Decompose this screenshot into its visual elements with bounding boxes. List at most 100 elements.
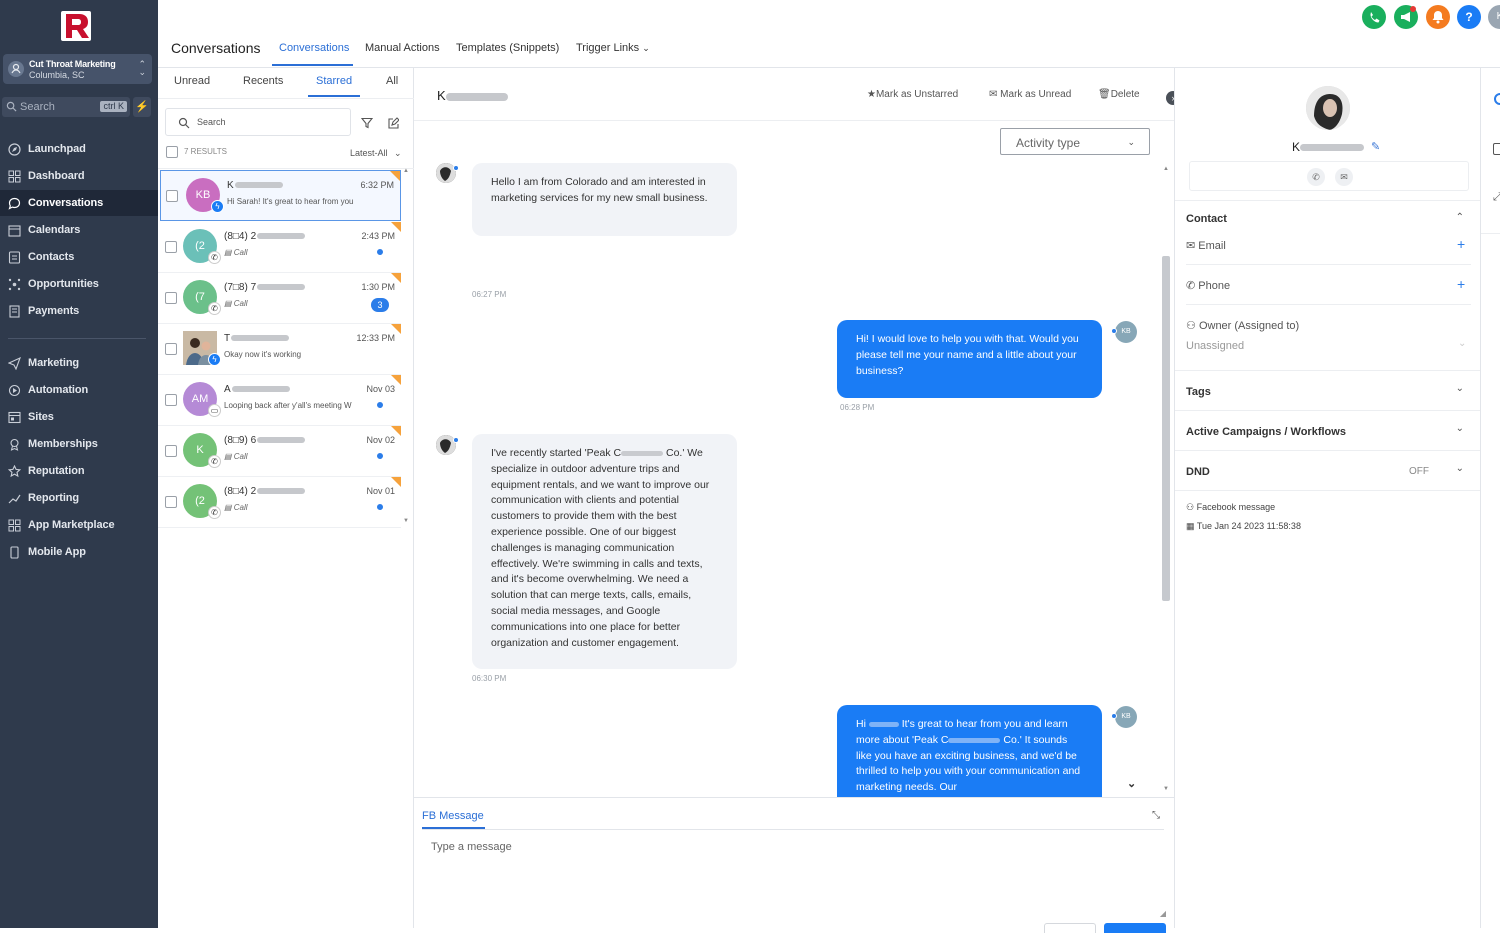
- secondary-button[interactable]: [1044, 923, 1096, 933]
- tab-manual-actions[interactable]: Manual Actions: [365, 42, 440, 54]
- contact-name-text: (8□9) 6: [224, 435, 257, 446]
- conversation-item[interactable]: K ✆ (8□9) 6 ▤ Call Nov 02: [158, 426, 401, 477]
- add-email-icon[interactable]: +: [1457, 236, 1465, 252]
- list-scrollbar[interactable]: ▲ ▼: [402, 168, 410, 528]
- call-icon[interactable]: ✆: [1307, 168, 1325, 186]
- add-phone-icon[interactable]: +: [1457, 276, 1465, 292]
- sidebar-item-mobile-app[interactable]: Mobile App: [0, 539, 158, 565]
- owner-select[interactable]: Unassigned: [1186, 340, 1244, 352]
- compose-icon[interactable]: [387, 117, 399, 129]
- item-checkbox[interactable]: [165, 394, 177, 406]
- scrollbar-thumb[interactable]: [1162, 256, 1170, 601]
- conversation-item[interactable]: (2 ✆ (8□4) 2 ▤ Call Nov 01: [158, 477, 401, 528]
- email-field[interactable]: ✉ Email: [1186, 239, 1226, 252]
- sort-dropdown[interactable]: Latest-All ⌄: [350, 148, 402, 159]
- sidebar-item-sites[interactable]: Sites: [0, 404, 158, 430]
- sidebar-item-reporting[interactable]: Reporting: [0, 485, 158, 511]
- page-title: Conversations: [171, 40, 261, 56]
- conversation-item[interactable]: (7 ✆ (7□8) 7 ▤ Call 1:30 PM 3: [158, 273, 401, 324]
- item-checkbox[interactable]: [166, 190, 178, 202]
- sidebar-search[interactable]: Search ctrl K: [2, 97, 130, 117]
- chat-icon: [8, 197, 21, 210]
- mark-unstarred-button[interactable]: ★Mark as Unstarred: [867, 89, 958, 100]
- send-button[interactable]: [1104, 923, 1166, 933]
- activity-type-select[interactable]: Activity type ⌄: [1000, 128, 1150, 155]
- message-incoming: I've recently started 'Peak C Co.' We sp…: [472, 434, 737, 669]
- phone-field[interactable]: ✆ Phone: [1186, 279, 1230, 292]
- chevron-down-icon: ⌄: [1455, 383, 1464, 394]
- conversation-item[interactable]: AM ▭ A Looping back after y'all's meetin…: [158, 375, 401, 426]
- collapse-icon[interactable]: ⤡: [1152, 810, 1160, 821]
- item-checkbox[interactable]: [165, 343, 177, 355]
- redacted-text: [257, 284, 306, 291]
- email-icon[interactable]: ✉: [1335, 168, 1353, 186]
- sidebar-item-memberships[interactable]: Memberships: [0, 431, 158, 457]
- sidebar-item-label: Contacts: [28, 251, 75, 263]
- sidebar-item-payments[interactable]: Payments: [0, 298, 158, 324]
- message-text: Hi: [856, 718, 869, 730]
- delete-button[interactable]: 🗑Delete: [1098, 89, 1140, 100]
- brand-logo[interactable]: [60, 10, 92, 42]
- item-checkbox[interactable]: [165, 292, 177, 304]
- sidebar-item-conversations[interactable]: Conversations: [0, 190, 158, 216]
- rail-calendar-icon[interactable]: [1493, 143, 1500, 155]
- filter-icon[interactable]: [361, 117, 373, 129]
- sidebar-item-dashboard[interactable]: Dashboard: [0, 163, 158, 189]
- tab-unread[interactable]: Unread: [174, 75, 210, 87]
- message-time: Nov 03: [366, 384, 395, 394]
- search-placeholder: Search: [197, 117, 226, 127]
- sidebar-item-opportunities[interactable]: Opportunities: [0, 271, 158, 297]
- edit-pencil-icon[interactable]: ✎: [1371, 140, 1380, 153]
- rail-expand-icon[interactable]: ⤢: [1493, 191, 1500, 204]
- sidebar-item-contacts[interactable]: Contacts: [0, 244, 158, 270]
- sidebar-item-reputation[interactable]: Reputation: [0, 458, 158, 484]
- tab-recents[interactable]: Recents: [243, 75, 283, 87]
- conversation-item[interactable]: KB ϟ K Hi Sarah! It's great to hear from…: [160, 170, 401, 221]
- item-checkbox[interactable]: [165, 496, 177, 508]
- tab-all[interactable]: All: [386, 75, 398, 87]
- dnd-section[interactable]: DND OFF ⌄: [1175, 460, 1481, 488]
- tags-section[interactable]: Tags ⌄: [1175, 380, 1481, 408]
- message-outgoing: Hi It's great to hear from you and learn…: [837, 705, 1102, 797]
- tab-starred[interactable]: Starred: [316, 75, 352, 87]
- field-divider: [1186, 264, 1471, 265]
- user-avatar[interactable]: K: [1488, 5, 1500, 29]
- announcement-button[interactable]: [1394, 5, 1418, 29]
- select-all-checkbox[interactable]: [166, 146, 178, 158]
- item-checkbox[interactable]: [165, 241, 177, 253]
- notifications-button[interactable]: [1426, 5, 1450, 29]
- scroll-to-bottom-icon[interactable]: ⌄: [1127, 777, 1136, 790]
- tab-templates[interactable]: Templates (Snippets): [456, 42, 559, 54]
- redacted-text: [868, 721, 899, 727]
- conversation-item[interactable]: ϟ T Okay now it's working 12:33 PM: [158, 324, 401, 375]
- tab-conversations[interactable]: Conversations: [279, 42, 349, 54]
- phone-button[interactable]: [1362, 5, 1386, 29]
- account-switcher[interactable]: Cut Throat Marketing Columbia, SC ⌃ ⌄: [3, 54, 152, 84]
- tab-trigger-links[interactable]: Trigger Links ⌄: [576, 42, 650, 54]
- phone-label: Phone: [1198, 280, 1231, 292]
- campaigns-section[interactable]: Active Campaigns / Workflows ⌄: [1175, 420, 1481, 448]
- chat-scrollbar[interactable]: ▲ ▼: [1162, 166, 1170, 796]
- sidebar-item-launchpad[interactable]: Launchpad: [0, 136, 158, 162]
- contact-name-text: (8□4) 2: [224, 231, 257, 242]
- marketplace-icon: [8, 519, 21, 532]
- sidebar-item-app-marketplace[interactable]: App Marketplace: [0, 512, 158, 538]
- rail-contact-icon[interactable]: [1494, 93, 1500, 105]
- quick-action-bolt-icon[interactable]: ⚡: [133, 97, 151, 117]
- conversation-item[interactable]: (2 ✆ (8□4) 2 ▤ Call 2:43 PM: [158, 222, 401, 273]
- resize-handle-icon[interactable]: ◢: [1160, 909, 1166, 918]
- tab-fb-message[interactable]: FB Message: [422, 810, 484, 822]
- sidebar-item-calendars[interactable]: Calendars: [0, 217, 158, 243]
- redacted-text: [257, 488, 306, 495]
- mark-unread-button[interactable]: ✉ Mark as Unread: [989, 89, 1071, 100]
- unread-dot: [377, 504, 383, 510]
- sidebar-item-label: Reporting: [28, 492, 80, 504]
- message-input[interactable]: Type a message ◢: [422, 830, 1166, 918]
- chat-contact-name: K: [437, 88, 508, 103]
- item-checkbox[interactable]: [165, 445, 177, 457]
- sidebar-item-automation[interactable]: Automation: [0, 377, 158, 403]
- sidebar-item-marketing[interactable]: Marketing: [0, 350, 158, 376]
- conversation-search-input[interactable]: Search: [165, 108, 351, 136]
- calendar-icon: ▦: [1186, 521, 1195, 531]
- help-button[interactable]: ?: [1457, 5, 1481, 29]
